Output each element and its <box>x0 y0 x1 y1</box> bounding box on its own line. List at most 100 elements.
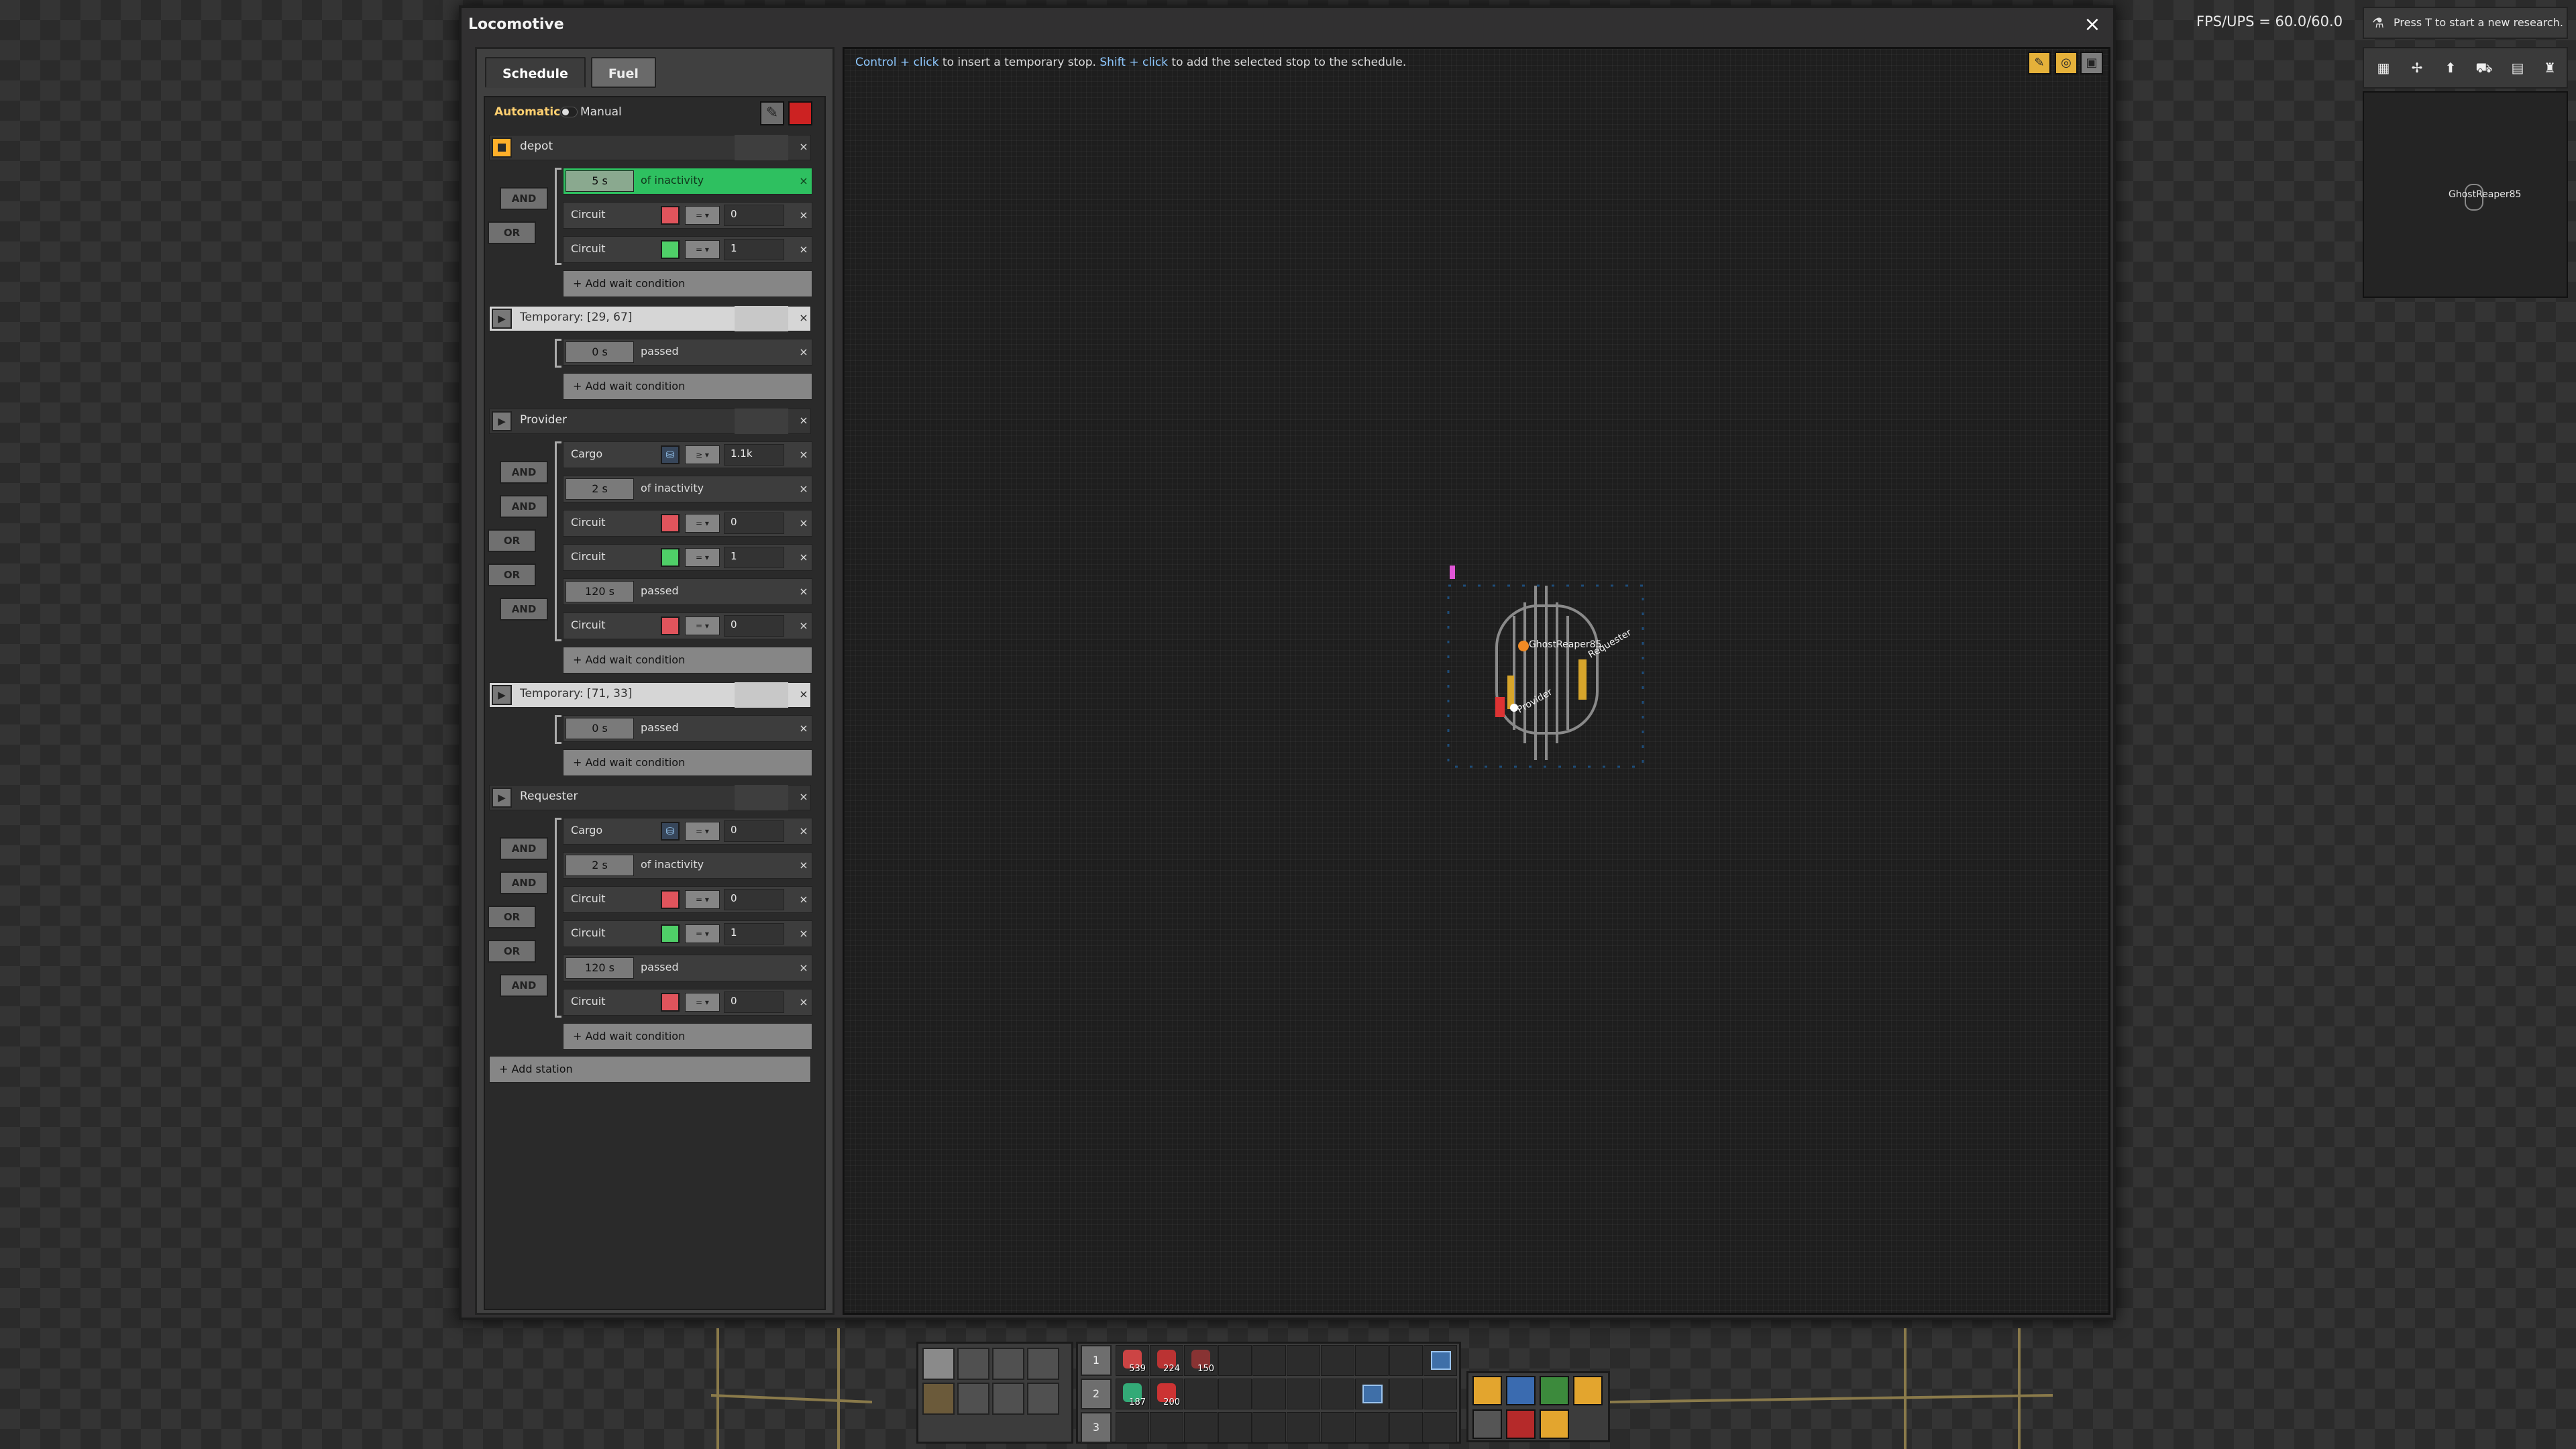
quickbar-slot[interactable]: 150 <box>1184 1345 1218 1376</box>
close-icon[interactable]: × <box>795 685 812 704</box>
wait-condition-row[interactable]: 0 s passed × <box>485 712 824 743</box>
cargo-icon[interactable]: ⛁ <box>661 822 680 841</box>
station-row[interactable]: depot × <box>485 131 824 162</box>
ammo-slot[interactable] <box>957 1383 989 1415</box>
wait-condition-row[interactable]: 0 s passed × <box>485 336 824 367</box>
close-icon[interactable]: × <box>795 719 812 738</box>
rename-icon[interactable]: ✎ <box>760 101 784 125</box>
quickbar-slot[interactable] <box>1287 1345 1320 1376</box>
logic-and-button[interactable]: AND <box>500 187 548 210</box>
shortcut-pipette-icon[interactable] <box>1573 1376 1603 1405</box>
condition-kind[interactable]: Circuit <box>571 926 606 939</box>
station-row[interactable]: ▶ Provider × <box>485 405 824 435</box>
cargo-icon[interactable]: ⛁ <box>661 445 680 464</box>
condition-kind[interactable]: Circuit <box>571 550 606 563</box>
mode-toggle[interactable] <box>560 107 578 117</box>
close-icon[interactable]: × <box>795 924 812 943</box>
condition-kind[interactable]: Circuit <box>571 995 606 1008</box>
mode-manual-label[interactable]: Manual <box>580 105 622 119</box>
signal-red-icon[interactable] <box>661 616 680 635</box>
logic-and-button[interactable]: AND <box>500 495 548 518</box>
close-icon[interactable]: × <box>795 240 812 259</box>
logic-or-button[interactable]: OR <box>488 529 536 552</box>
logic-or-button[interactable]: OR <box>488 906 536 928</box>
close-icon[interactable]: × <box>795 309 812 327</box>
signal-red-icon[interactable] <box>661 993 680 1012</box>
close-icon[interactable]: × <box>795 582 812 601</box>
shortcut-cancel-icon[interactable] <box>1506 1409 1536 1439</box>
close-icon[interactable]: × <box>795 514 812 533</box>
condition-kind[interactable]: Cargo <box>571 824 602 837</box>
close-icon[interactable]: × <box>795 616 812 635</box>
logic-and-button[interactable]: AND <box>500 461 548 484</box>
close-icon[interactable]: × <box>795 206 812 225</box>
signal-red-icon[interactable] <box>661 206 680 225</box>
close-icon[interactable]: × <box>795 411 812 430</box>
logic-or-button[interactable]: OR <box>488 564 536 586</box>
add-wait-condition-button[interactable]: + Add wait condition <box>563 647 812 674</box>
map-view-icon[interactable]: ▣ <box>2080 52 2103 74</box>
close-icon[interactable]: × <box>2081 15 2104 38</box>
add-wait-condition-button[interactable]: + Add wait condition <box>563 373 812 400</box>
close-icon[interactable]: × <box>795 856 812 875</box>
quickbar-slot[interactable] <box>1424 1345 1457 1376</box>
close-icon[interactable]: × <box>795 788 812 806</box>
comparator-select[interactable]: = ▾ <box>685 822 720 841</box>
logic-and-button[interactable]: AND <box>500 837 548 860</box>
logic-and-button[interactable]: AND <box>500 974 548 997</box>
quickbar-slot[interactable] <box>1287 1412 1320 1443</box>
condition-time[interactable]: 120 s <box>566 957 634 979</box>
tab-fuel[interactable]: Fuel <box>590 57 656 88</box>
grid-icon[interactable]: ▦ <box>2373 58 2394 78</box>
logic-and-button[interactable]: AND <box>500 598 548 621</box>
add-wait-condition-button[interactable]: + Add wait condition <box>563 270 812 297</box>
station-row[interactable]: ▶ Temporary: [29, 67] × <box>485 302 824 333</box>
current-stop-icon[interactable] <box>492 138 512 158</box>
weapon-slot[interactable] <box>1027 1348 1059 1380</box>
close-icon[interactable]: × <box>795 343 812 362</box>
play-icon[interactable]: ▶ <box>492 309 512 329</box>
comparator-select[interactable]: ≥ ▾ <box>685 445 720 464</box>
quickbar-slot[interactable] <box>1424 1379 1457 1409</box>
condition-kind[interactable]: Circuit <box>571 619 606 631</box>
quickbar-slot[interactable] <box>1252 1412 1286 1443</box>
signal-green-icon[interactable] <box>661 924 680 943</box>
station-row[interactable]: ▶ Temporary: [71, 33] × <box>485 678 824 709</box>
quickbar-slot[interactable] <box>1218 1412 1252 1443</box>
quickbar-slot[interactable] <box>1355 1379 1389 1409</box>
map-tool-icon[interactable]: ✎ <box>2028 52 2051 74</box>
condition-kind[interactable]: Circuit <box>571 208 606 221</box>
quickbar-slot[interactable] <box>1389 1345 1423 1376</box>
pin-icon[interactable]: ⬆ <box>2440 58 2461 78</box>
comparator-select[interactable]: = ▾ <box>685 616 720 635</box>
quickbar-slot[interactable] <box>1184 1379 1218 1409</box>
map-target-icon[interactable]: ◎ <box>2055 52 2078 74</box>
quickbar-row-1[interactable]: 1 <box>1081 1345 1112 1376</box>
close-icon[interactable]: × <box>795 993 812 1012</box>
signal-red-icon[interactable] <box>661 890 680 909</box>
close-icon[interactable]: × <box>795 172 812 191</box>
tab-schedule[interactable]: Schedule <box>485 57 586 88</box>
storage-icon[interactable]: ▤ <box>2508 58 2528 78</box>
mode-automatic-label[interactable]: Automatic <box>494 105 560 119</box>
close-icon[interactable]: × <box>795 138 812 156</box>
condition-time[interactable]: 120 s <box>566 581 634 602</box>
weapon-slot[interactable] <box>957 1348 989 1380</box>
add-wait-condition-button[interactable]: + Add wait condition <box>563 749 812 776</box>
rail-icon[interactable]: ✢ <box>2407 58 2427 78</box>
signal-red-icon[interactable] <box>661 514 680 533</box>
logic-or-button[interactable]: OR <box>488 940 536 963</box>
shortcut-grid-icon[interactable] <box>1540 1376 1569 1405</box>
add-station-button[interactable]: + Add station <box>489 1056 811 1083</box>
play-icon[interactable]: ▶ <box>492 411 512 431</box>
quickbar-slot[interactable] <box>1287 1379 1320 1409</box>
shortcut-copy-icon[interactable] <box>1506 1376 1536 1405</box>
station-row[interactable]: ▶ Requester × <box>485 781 824 812</box>
condition-kind[interactable]: Circuit <box>571 242 606 255</box>
close-icon[interactable]: × <box>795 480 812 498</box>
comparator-select[interactable]: = ▾ <box>685 548 720 567</box>
comparator-select[interactable]: = ▾ <box>685 240 720 259</box>
quickbar-slot[interactable] <box>1218 1345 1252 1376</box>
quickbar-slot[interactable] <box>1218 1379 1252 1409</box>
logic-or-button[interactable]: OR <box>488 221 536 244</box>
